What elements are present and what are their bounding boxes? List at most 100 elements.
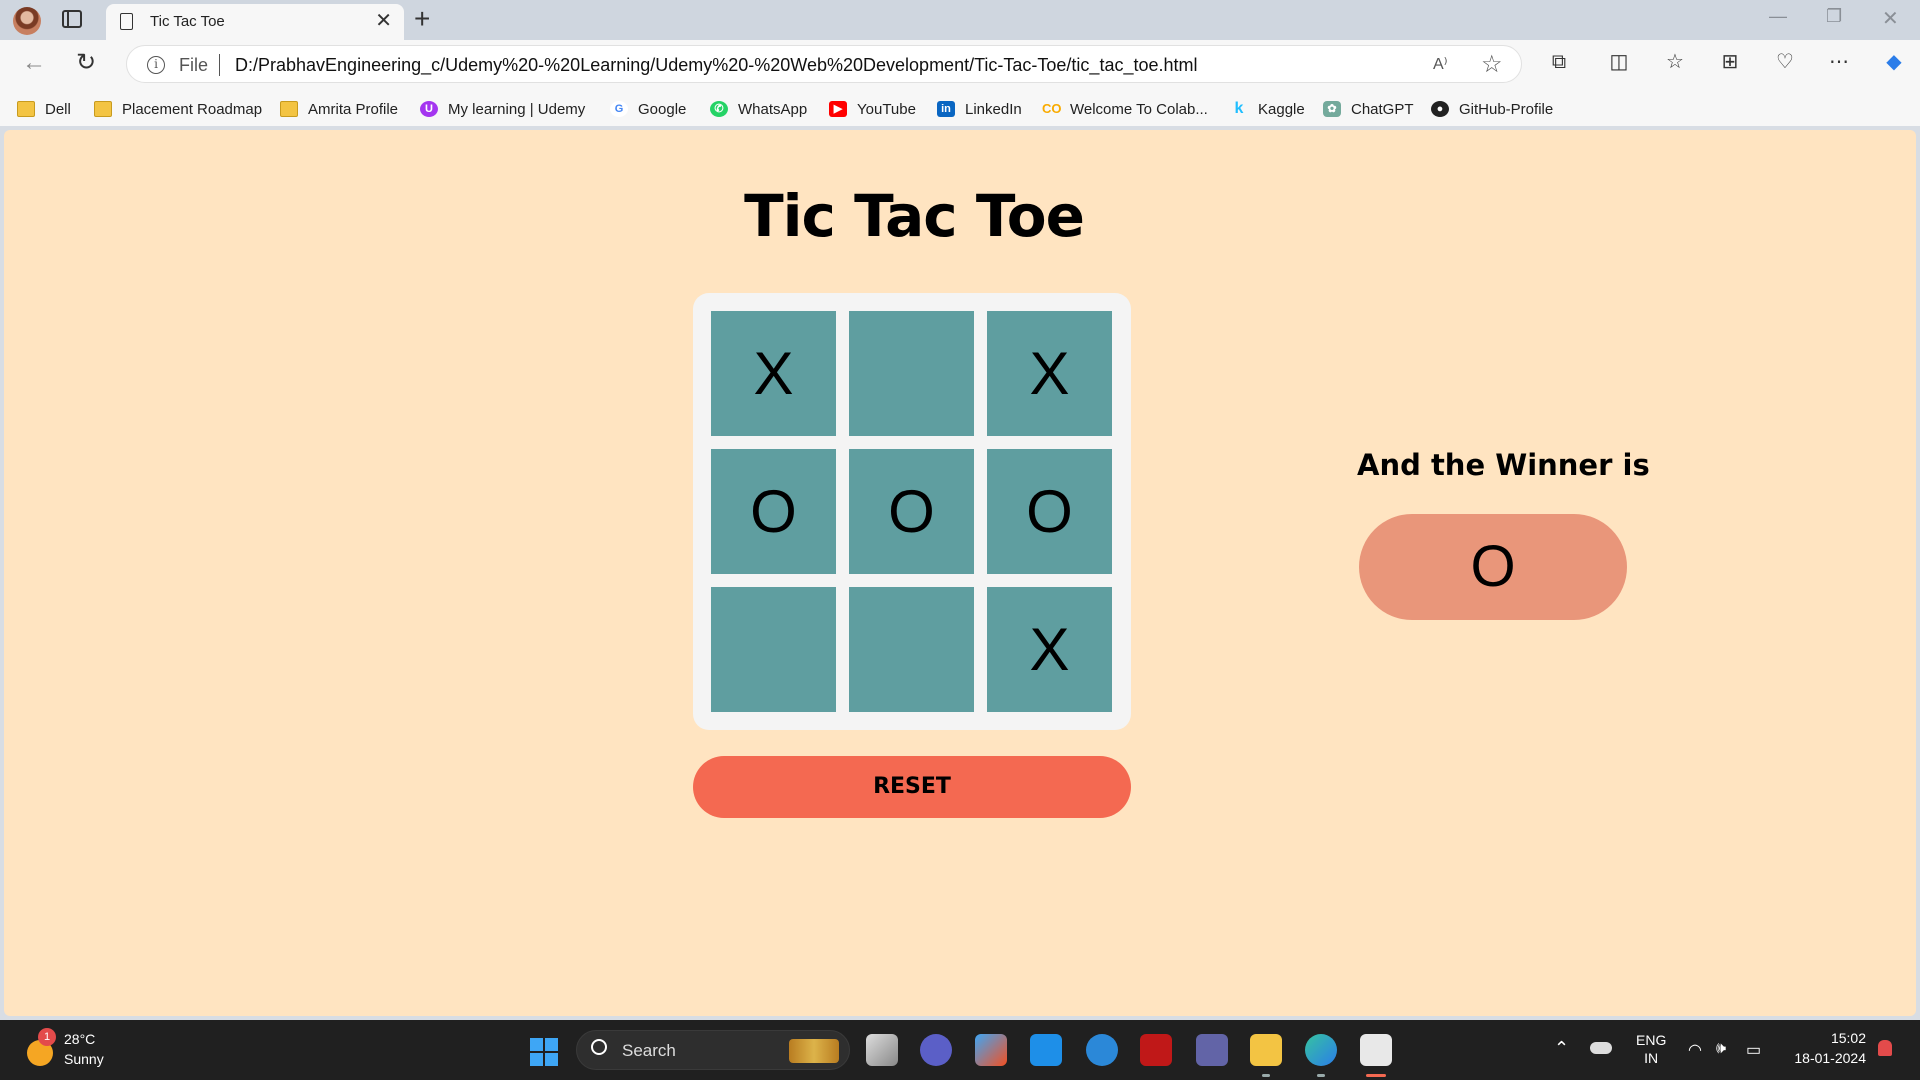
wifi-icon[interactable]: ◠ <box>1688 1040 1702 1060</box>
bookmark-amrita-profile[interactable]: Amrita Profile <box>280 98 398 120</box>
chat-icon[interactable] <box>920 1034 952 1066</box>
board-cell-7[interactable] <box>711 587 836 712</box>
youtube-icon: ▶ <box>829 101 847 117</box>
browser-tab[interactable]: Tic Tac Toe ✕ <box>106 4 404 40</box>
tab-title: Tic Tac Toe <box>150 13 225 30</box>
taskbar-search[interactable]: Search <box>576 1030 850 1070</box>
region-code: IN <box>1644 1050 1659 1066</box>
board-cell-2[interactable] <box>849 311 974 436</box>
browser-toolbar: ← ↻ i File D:/PrabhavEngineering_c/Udemy… <box>0 40 1920 90</box>
edge-icon[interactable] <box>1305 1034 1337 1066</box>
bookmark-dell[interactable]: Dell <box>17 98 71 120</box>
search-highlight-image <box>789 1039 839 1063</box>
game-board: X X O O O X <box>693 293 1131 730</box>
board-cell-9[interactable]: X <box>987 587 1112 712</box>
taskbar: 1 28°C Sunny Search ⌃ ENG IN ◠ 🕪 ▭ 15:02… <box>0 1020 1920 1080</box>
weather-badge: 1 <box>38 1028 56 1046</box>
info-icon[interactable]: i <box>147 56 165 74</box>
board-cell-3[interactable]: X <box>987 311 1112 436</box>
github-icon: ● <box>1431 101 1449 117</box>
weather-desc[interactable]: Sunny <box>64 1051 104 1067</box>
reload-icon[interactable]: ↻ <box>76 50 96 76</box>
board-cell-6[interactable]: O <box>987 449 1112 574</box>
board-cell-1[interactable]: X <box>711 311 836 436</box>
bookmark-label: YouTube <box>857 100 916 118</box>
bookmark-chatgpt[interactable]: ✿ ChatGPT <box>1323 98 1414 120</box>
kaggle-icon: k <box>1234 100 1244 117</box>
address-bar[interactable]: i File D:/PrabhavEngineering_c/Udemy%20-… <box>126 45 1522 83</box>
bookmark-github[interactable]: ● GitHub-Profile <box>1431 98 1553 120</box>
reset-button[interactable]: RESET <box>693 756 1131 818</box>
language-code: ENG <box>1636 1032 1667 1048</box>
board-cell-5[interactable]: O <box>849 449 974 574</box>
file-explorer-icon[interactable] <box>1250 1034 1282 1066</box>
task-view-icon[interactable] <box>866 1034 898 1066</box>
bookmark-label: LinkedIn <box>965 100 1022 118</box>
bookmark-placement-roadmap[interactable]: Placement Roadmap <box>94 98 262 120</box>
folder-icon <box>17 101 35 117</box>
bookmark-label: Welcome To Colab... <box>1070 100 1208 118</box>
back-icon[interactable]: ← <box>22 50 46 76</box>
folder-icon <box>280 101 298 117</box>
bookmark-youtube[interactable]: ▶ YouTube <box>829 98 916 120</box>
window-close-icon[interactable]: ✕ <box>1882 6 1899 31</box>
snipping-tool-icon[interactable] <box>1360 1034 1392 1066</box>
language-indicator[interactable]: ENG IN <box>1636 1031 1666 1067</box>
bookmark-whatsapp[interactable]: ✆ WhatsApp <box>710 98 807 120</box>
board-cell-8[interactable] <box>849 587 974 712</box>
teams-icon[interactable] <box>1196 1034 1228 1066</box>
bookmark-linkedin[interactable]: in LinkedIn <box>937 98 1022 120</box>
running-indicator <box>1317 1074 1325 1077</box>
bookmark-kaggle[interactable]: k Kaggle <box>1230 98 1305 120</box>
battery-icon[interactable]: ▭ <box>1746 1040 1761 1060</box>
winner-badge: O <box>1359 514 1627 620</box>
url-text[interactable]: D:/PrabhavEngineering_c/Udemy%20-%20Lear… <box>235 55 1198 76</box>
bookmark-udemy[interactable]: U My learning | Udemy <box>420 98 585 120</box>
restore-icon[interactable]: ❐ <box>1826 6 1842 27</box>
clock-date[interactable]: 18-01-2024 <box>1786 1050 1866 1066</box>
whatsapp-icon: ✆ <box>710 101 728 117</box>
mcafee-icon[interactable] <box>1140 1034 1172 1066</box>
copilot-icon[interactable]: ◆ <box>1882 50 1906 74</box>
microsoft-store-icon[interactable] <box>975 1034 1007 1066</box>
browser-essentials-icon[interactable]: ♡ <box>1773 50 1797 74</box>
clock-time[interactable]: 15:02 <box>1820 1030 1866 1046</box>
page-icon <box>120 13 133 30</box>
new-tab-icon[interactable]: + <box>414 4 430 34</box>
winner-label: And the Winner is <box>1357 448 1650 482</box>
bookmark-colab[interactable]: CO Welcome To Colab... <box>1042 98 1208 120</box>
myhp-icon[interactable] <box>1030 1034 1062 1066</box>
bookmarks-bar: Dell Placement Roadmap Amrita Profile U … <box>0 90 1920 126</box>
collections-icon[interactable]: ⊞ <box>1718 50 1742 74</box>
folder-icon <box>94 101 112 117</box>
address-separator <box>219 54 220 76</box>
tab-actions-icon[interactable] <box>62 10 82 28</box>
page-title: Tic Tac Toe <box>744 182 1085 250</box>
volume-icon[interactable]: 🕪 <box>1716 1040 1726 1058</box>
board-cell-4[interactable]: O <box>711 449 836 574</box>
read-aloud-icon[interactable]: A⁾ <box>1433 54 1448 74</box>
chevron-up-icon[interactable]: ⌃ <box>1554 1038 1569 1059</box>
bookmark-google[interactable]: G Google <box>610 98 686 120</box>
help-icon[interactable] <box>1086 1034 1118 1066</box>
search-icon <box>591 1039 607 1055</box>
google-icon: G <box>610 101 628 117</box>
bookmark-label: WhatsApp <box>738 100 808 118</box>
bookmark-label: Placement Roadmap <box>122 100 263 118</box>
favorite-star-icon[interactable]: ☆ <box>1481 50 1503 79</box>
more-menu-icon[interactable]: ⋯ <box>1827 50 1851 74</box>
split-screen-icon[interactable]: ◫ <box>1607 50 1631 74</box>
bookmark-label: My learning | Udemy <box>448 100 586 118</box>
tab-close-icon[interactable]: ✕ <box>375 11 392 31</box>
minimize-icon[interactable]: — <box>1769 6 1787 27</box>
favorites-icon[interactable]: ☆ <box>1663 50 1687 74</box>
onedrive-icon[interactable] <box>1590 1042 1612 1054</box>
profile-avatar[interactable] <box>13 7 41 35</box>
active-indicator <box>1366 1074 1386 1077</box>
linkedin-icon: in <box>937 101 955 117</box>
extensions-icon[interactable]: ⧉ <box>1547 50 1571 74</box>
notification-bell-icon[interactable] <box>1878 1040 1892 1056</box>
udemy-icon: U <box>420 101 438 117</box>
weather-temp[interactable]: 28°C <box>64 1031 95 1047</box>
windows-start-icon[interactable] <box>530 1038 558 1066</box>
